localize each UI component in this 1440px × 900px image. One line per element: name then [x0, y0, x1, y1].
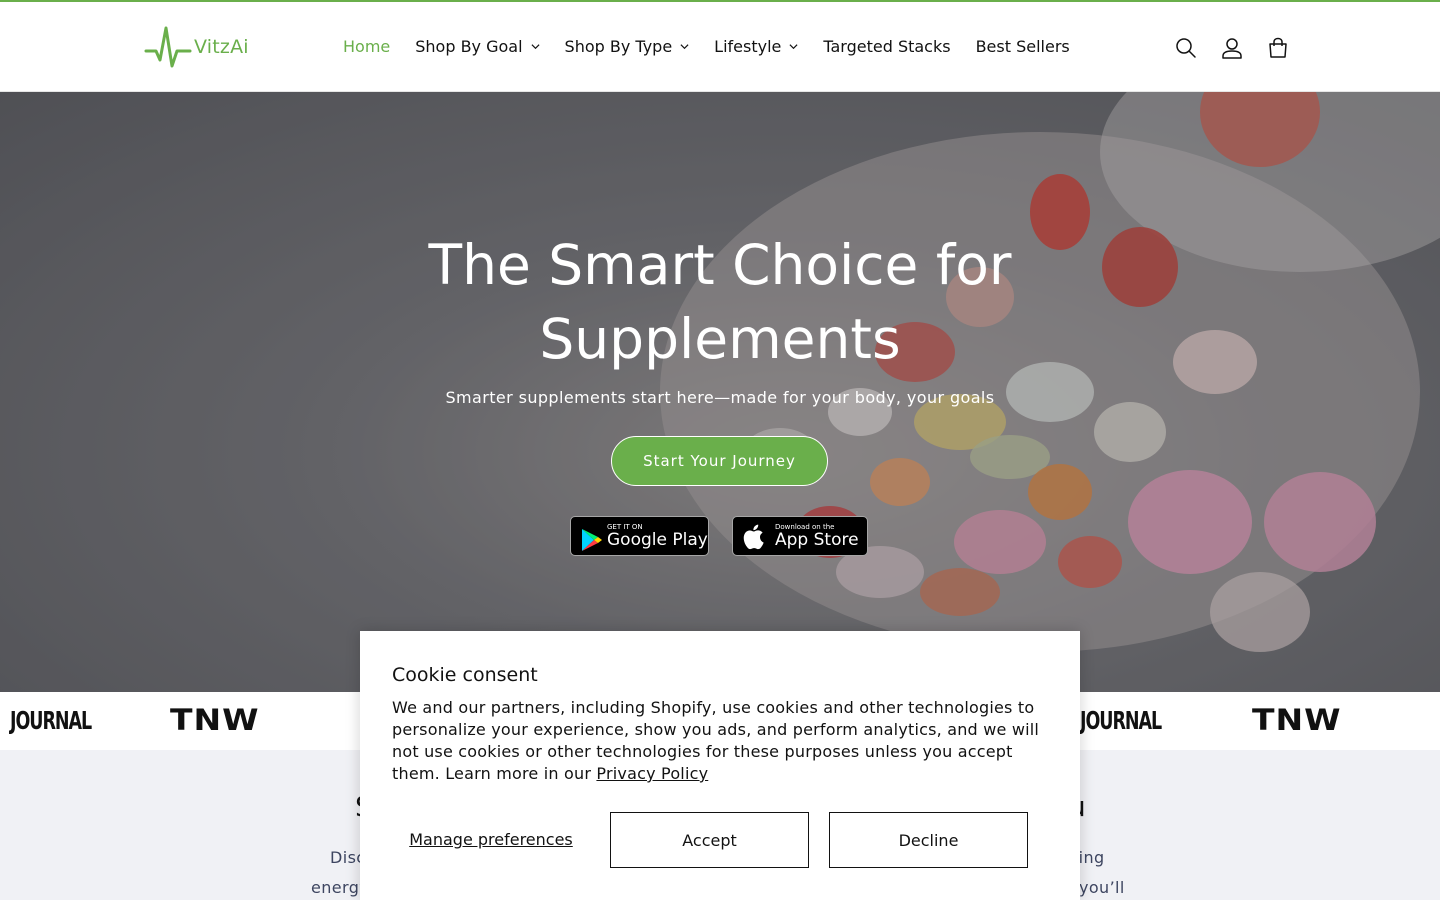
- cookie-body-text: We and our partners, including Shopify, …: [392, 698, 1040, 783]
- hero-banner: The Smart Choice for Supplements Smarter…: [0, 92, 1440, 692]
- start-journey-button[interactable]: Start Your Journey: [611, 436, 828, 486]
- cart-icon: [1269, 37, 1287, 58]
- apple-icon: [743, 524, 764, 550]
- nav-item-label: Home: [343, 36, 391, 56]
- google-play-icon: [582, 529, 602, 551]
- logo-text: VitzAi: [194, 36, 249, 58]
- nav-item-label: Shop By Type: [564, 36, 673, 56]
- nav-item-targeted-stacks[interactable]: Targeted Stacks: [823, 37, 950, 56]
- cookie-title: Cookie consent: [392, 664, 538, 686]
- nav-item-shop-by-type[interactable]: Shop By Type: [565, 37, 690, 56]
- nav-item-label: Best Sellers: [975, 36, 1070, 56]
- chevron-down-icon: [789, 43, 798, 49]
- press-logo-journal: JOURNAL: [10, 706, 92, 735]
- privacy-policy-link[interactable]: Privacy Policy: [596, 764, 708, 783]
- nav-item-label: Targeted Stacks: [823, 36, 951, 56]
- nav-item-shop-by-goal[interactable]: Shop By Goal: [415, 36, 540, 56]
- nav-item-best-sellers[interactable]: Best Sellers: [976, 37, 1070, 56]
- cookie-body: We and our partners, including Shopify, …: [392, 697, 1042, 785]
- hero-content: The Smart Choice for Supplements Smarter…: [0, 92, 1440, 692]
- decline-button[interactable]: Decline: [829, 812, 1028, 868]
- chevron-down-icon: [680, 43, 689, 49]
- hero-title: The Smart Choice for Supplements: [370, 228, 1070, 376]
- press-logo-journal: JOURNAL: [1080, 706, 1162, 735]
- header-icons: [1170, 32, 1308, 64]
- nav-item-home[interactable]: Home: [343, 37, 390, 56]
- app-store-big-text: App Store: [775, 529, 859, 550]
- google-play-big-text: Google Play: [607, 529, 708, 550]
- cookie-consent-dialog: Cookie consent We and our partners, incl…: [360, 631, 1080, 900]
- app-store-badge[interactable]: Download on the App Store: [732, 516, 868, 556]
- press-logo-tnw: TNW: [1252, 701, 1342, 738]
- manage-preferences-link[interactable]: Manage preferences: [392, 812, 590, 868]
- nav-item-label: Lifestyle: [714, 36, 782, 56]
- nav-item-lifestyle[interactable]: Lifestyle: [714, 37, 798, 56]
- accept-button[interactable]: Accept: [610, 812, 809, 868]
- press-logo-tnw: TNW: [170, 701, 260, 738]
- main-nav: Home Shop By Goal Shop By Type Lifestyle…: [343, 32, 1095, 60]
- account-button[interactable]: [1216, 32, 1248, 64]
- google-play-badge[interactable]: GET IT ON Google Play: [570, 516, 709, 556]
- search-icon: [1176, 38, 1196, 58]
- logo[interactable]: VitzAi: [144, 24, 249, 70]
- hero-subtitle: Smarter supplements start here—made for …: [445, 388, 995, 407]
- heartbeat-logo-icon: [144, 26, 192, 68]
- account-icon: [1222, 38, 1242, 59]
- cart-button[interactable]: [1262, 32, 1294, 64]
- nav-item-label: Shop By Goal: [415, 36, 523, 56]
- chevron-down-icon: [531, 43, 540, 49]
- site-header: VitzAi Home Shop By Goal Shop By Type Li…: [0, 2, 1440, 92]
- hero-title-line2: Supplements: [539, 307, 901, 371]
- hero-title-line1: The Smart Choice for: [428, 233, 1012, 297]
- search-button[interactable]: [1170, 32, 1202, 64]
